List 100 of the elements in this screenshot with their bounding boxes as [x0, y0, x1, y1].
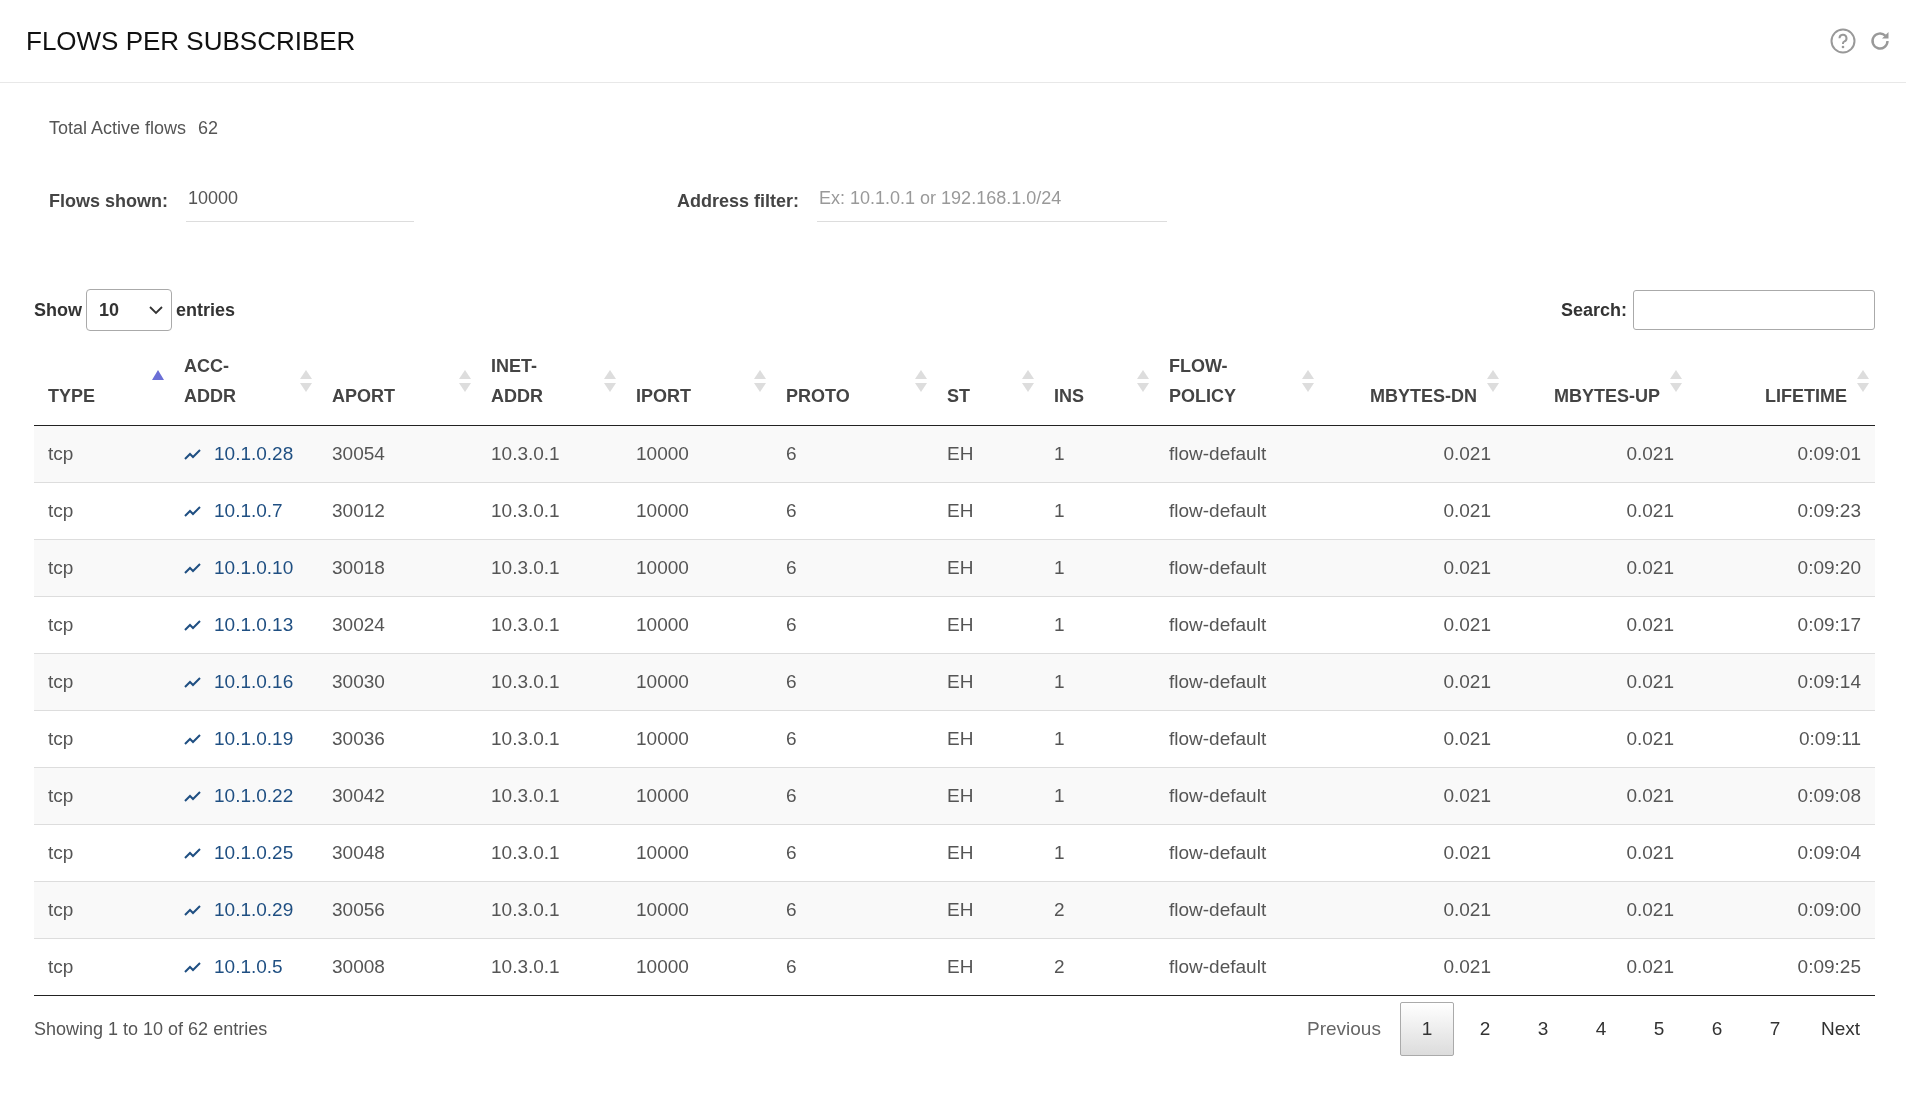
table-cell: 10000 — [622, 539, 772, 597]
table-cell: 1 — [1040, 653, 1155, 711]
table-cell: flow-default — [1155, 881, 1320, 939]
table-cell: 0:09:08 — [1688, 767, 1875, 825]
table-cell: 1 — [1040, 539, 1155, 597]
table-cell: 0.021 — [1320, 425, 1505, 483]
table-cell: 6 — [772, 881, 933, 939]
address-link[interactable]: 10.1.0.13 — [184, 614, 294, 636]
column-header[interactable]: APORT — [318, 343, 477, 426]
page-button[interactable]: 7 — [1747, 1002, 1802, 1056]
total-flows-label: Total Active flows — [49, 117, 187, 139]
table-cell: 0:09:25 — [1688, 938, 1875, 996]
filter-label: Address filter: — [677, 190, 800, 212]
table-cell: tcp — [34, 938, 170, 996]
column-header[interactable]: INET-ADDR — [477, 343, 622, 426]
table-cell: flow-default — [1155, 539, 1320, 597]
table-cell: flow-default — [1155, 425, 1320, 483]
previous-button[interactable]: Previous — [1292, 1002, 1396, 1056]
column-header[interactable]: ACC-ADDR — [170, 343, 318, 426]
chart-line-icon — [184, 562, 202, 574]
chart-line-icon — [184, 961, 202, 973]
page-button[interactable]: 1 — [1399, 1002, 1454, 1056]
column-header[interactable]: LIFETIME — [1688, 343, 1875, 426]
table-cell: 10.3.0.1 — [477, 767, 622, 825]
chart-line-icon — [184, 847, 202, 859]
table-cell: 0.021 — [1505, 653, 1688, 711]
table-cell: 1 — [1040, 425, 1155, 483]
filter-field[interactable]: 10000 — [186, 180, 414, 222]
chart-line-icon — [184, 676, 202, 688]
table-cell: 0:09:14 — [1688, 653, 1875, 711]
table-cell: 0.021 — [1505, 425, 1688, 483]
table-cell: 0.021 — [1320, 653, 1505, 711]
page-button[interactable]: 3 — [1515, 1002, 1570, 1056]
search-field[interactable] — [1633, 290, 1875, 330]
page-button[interactable]: 4 — [1573, 1002, 1628, 1056]
column-header[interactable]: ST — [933, 343, 1040, 426]
chart-line-icon — [184, 733, 202, 745]
table-cell: 10.3.0.1 — [477, 938, 622, 996]
table-cell: 0.021 — [1320, 938, 1505, 996]
filter-label: Flows shown: — [49, 190, 168, 212]
search-label: Search: — [1560, 299, 1627, 321]
table-cell: 10000 — [622, 881, 772, 939]
total-flows-value: 62 — [198, 117, 219, 139]
column-header[interactable]: MBYTES-DN — [1320, 343, 1505, 426]
table-cell: 10.3.0.1 — [477, 425, 622, 483]
table-cell: EH — [933, 425, 1040, 483]
table-cell: 6 — [772, 767, 933, 825]
table-cell: EH — [933, 653, 1040, 711]
table-cell: 10000 — [622, 938, 772, 996]
table-cell: 0:09:00 — [1688, 881, 1875, 939]
table-cell: tcp — [34, 539, 170, 597]
table-cell: 6 — [772, 653, 933, 711]
address-link[interactable]: 10.1.0.7 — [184, 500, 283, 522]
table-cell: 2 — [1040, 881, 1155, 939]
chart-line-icon — [184, 904, 202, 916]
address-link[interactable]: 10.1.0.25 — [184, 842, 294, 864]
address-link[interactable]: 10.1.0.5 — [184, 956, 283, 978]
table-cell: tcp — [34, 653, 170, 711]
chart-line-icon — [184, 505, 202, 517]
table-cell: 0.021 — [1320, 539, 1505, 597]
table-cell: tcp — [34, 767, 170, 825]
table-cell: EH — [933, 767, 1040, 825]
chart-line-icon — [184, 619, 202, 631]
table-cell: 10000 — [622, 653, 772, 711]
table-cell: flow-default — [1155, 938, 1320, 996]
help-icon[interactable] — [1830, 28, 1856, 54]
table-cell: 2 — [1040, 938, 1155, 996]
table-cell: 10.3.0.1 — [477, 653, 622, 711]
table-cell: 0.021 — [1505, 881, 1688, 939]
column-header[interactable]: TYPE — [34, 343, 170, 426]
table-cell: 10000 — [622, 425, 772, 483]
table-cell: 30008 — [318, 938, 477, 996]
column-header[interactable]: IPORT — [622, 343, 772, 426]
entries-select[interactable]: 10 — [86, 289, 172, 331]
table-cell: 6 — [772, 425, 933, 483]
table-cell: 10.3.0.1 — [477, 539, 622, 597]
table-cell: 0.021 — [1505, 938, 1688, 996]
filter-field[interactable]: Ex: 10.1.0.1 or 192.168.1.0/24 — [817, 180, 1168, 222]
chart-line-icon — [184, 790, 202, 802]
refresh-icon[interactable] — [1868, 29, 1892, 53]
next-button[interactable]: Next — [1805, 1002, 1875, 1056]
table-cell: 30018 — [318, 539, 477, 597]
page-button[interactable]: 6 — [1689, 1002, 1744, 1056]
table-cell: 6 — [772, 539, 933, 597]
chart-line-icon — [184, 448, 202, 460]
table-cell: flow-default — [1155, 653, 1320, 711]
address-link[interactable]: 10.1.0.19 — [184, 728, 294, 750]
page-title: FLOWS PER SUBSCRIBER — [26, 25, 356, 57]
column-header[interactable]: MBYTES-UP — [1505, 343, 1688, 426]
table-cell: 0.021 — [1505, 767, 1688, 825]
column-header[interactable]: FLOW-POLICY — [1155, 343, 1320, 426]
table-cell: 30042 — [318, 767, 477, 825]
table-cell: 30054 — [318, 425, 477, 483]
page-button[interactable]: 2 — [1457, 1002, 1512, 1056]
table-cell: 30030 — [318, 653, 477, 711]
chevron-icon — [149, 305, 163, 315]
page-button[interactable]: 5 — [1631, 1002, 1686, 1056]
column-header[interactable]: INS — [1040, 343, 1155, 426]
table-info: Showing 1 to 10 of 62 entries — [34, 1018, 268, 1040]
column-header[interactable]: PROTO — [772, 343, 933, 426]
